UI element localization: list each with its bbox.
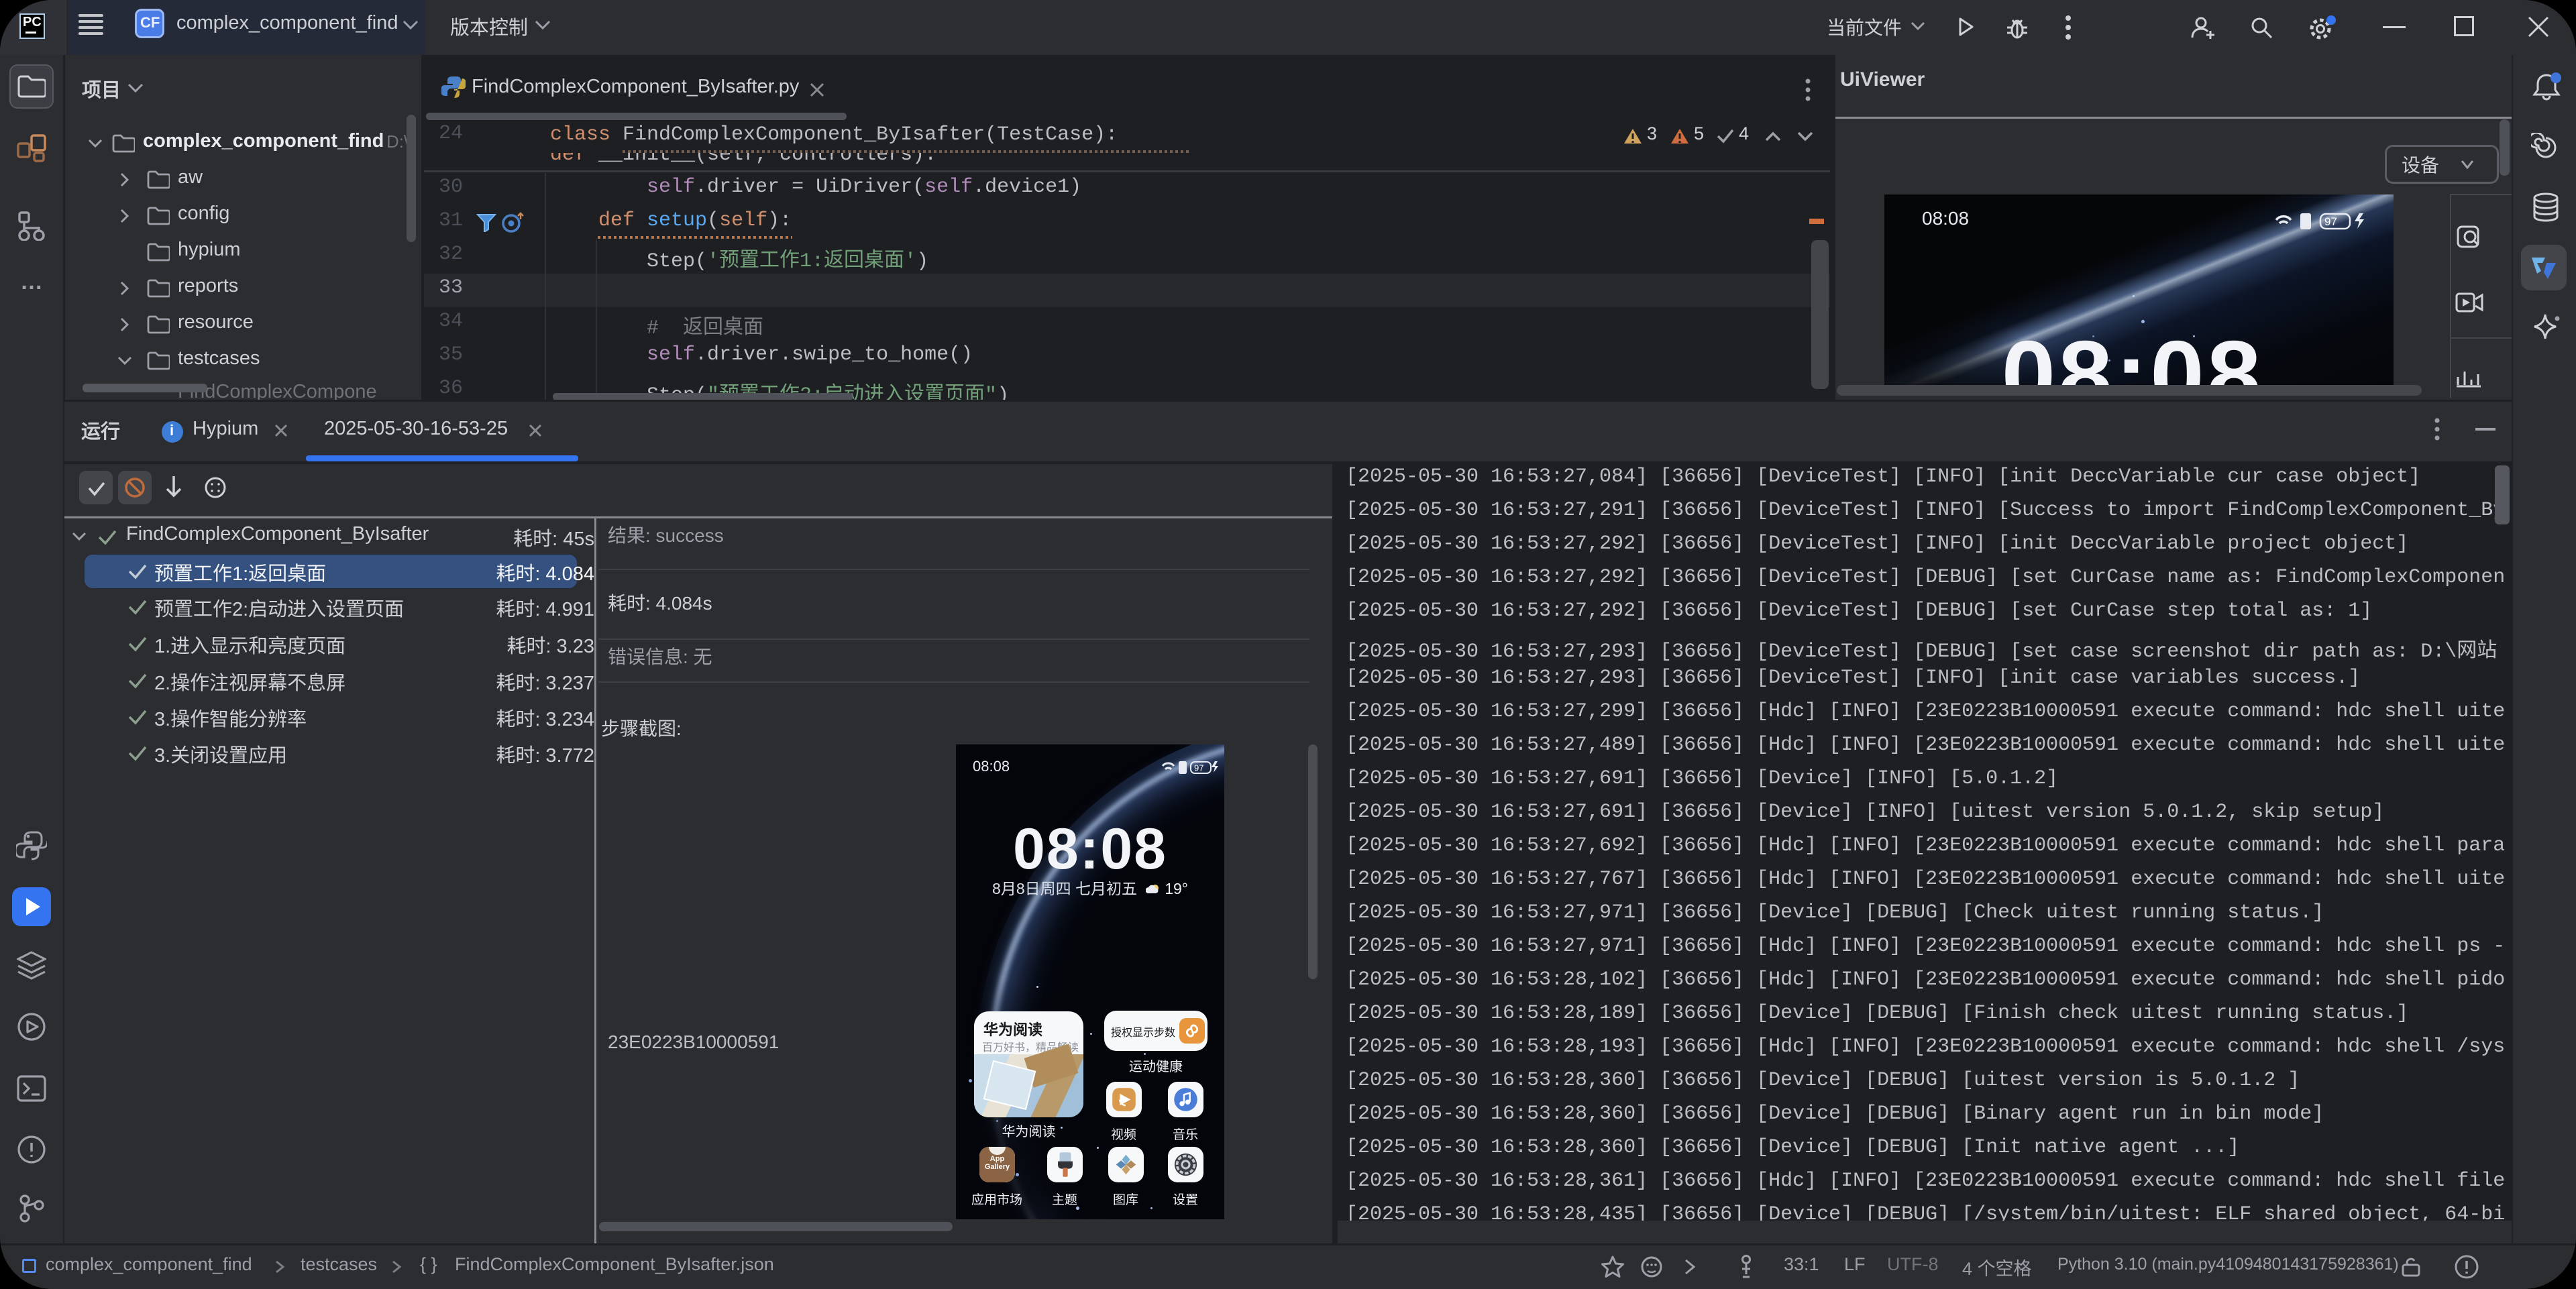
svg-text:97: 97 <box>2324 215 2337 228</box>
svg-text:97: 97 <box>1194 763 1203 773</box>
